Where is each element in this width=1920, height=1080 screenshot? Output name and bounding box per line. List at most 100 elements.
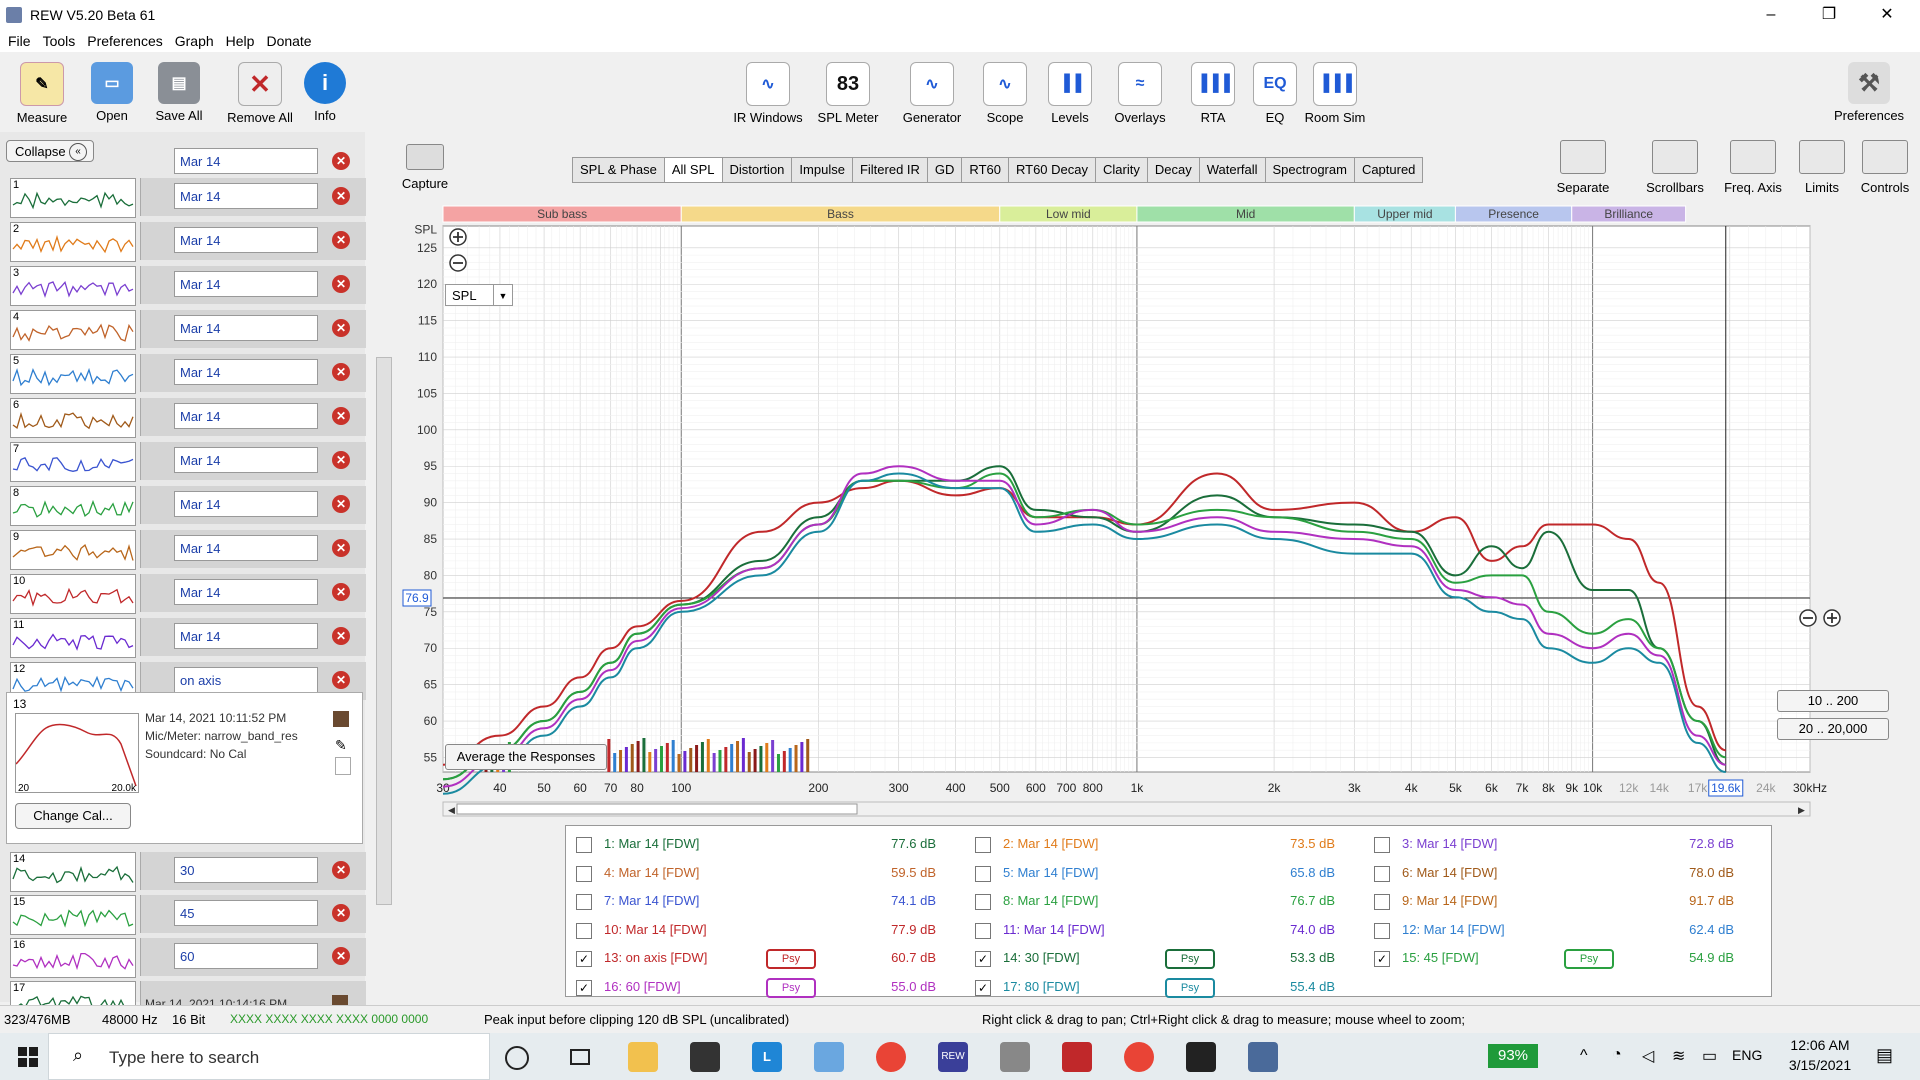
delete-measurement-icon[interactable]: ✕	[332, 583, 350, 601]
measurement-name-field[interactable]: Mar 14	[174, 403, 318, 429]
measurement-name-field[interactable]: Mar 14	[174, 359, 318, 385]
app-window-icon[interactable]	[814, 1042, 844, 1072]
info-button[interactable]: i Info	[285, 62, 365, 123]
curve-type-dropdown[interactable]: SPL ▼	[445, 284, 513, 306]
volume-icon[interactable]: ◁	[1642, 1046, 1654, 1066]
legend-checkbox[interactable]	[975, 837, 991, 853]
measurement-thumbnail[interactable]: 15	[10, 895, 136, 935]
graph-tab[interactable]: Clarity	[1095, 157, 1148, 183]
legend-checkbox[interactable]	[1374, 922, 1390, 939]
pencil-icon[interactable]: ✎	[335, 737, 347, 754]
file-explorer-icon[interactable]	[628, 1042, 658, 1072]
delete-measurement-icon[interactable]: ✕	[332, 319, 350, 337]
measurement-name-field[interactable]: Mar 14	[174, 315, 318, 341]
graph-tab[interactable]: RT60 Decay	[1007, 157, 1096, 183]
scrollbars-control[interactable]: Scrollbars	[1635, 140, 1715, 195]
levels-button[interactable]: ▐▐ Levels	[1030, 62, 1110, 125]
legend-entry[interactable]: 5: Mar 14 [FDW] 65.8 dB	[975, 863, 1355, 883]
delete-measurement-icon[interactable]: ✕	[332, 407, 350, 425]
measurement-name-field[interactable]: 45	[174, 900, 318, 926]
legend-checkbox[interactable]	[576, 922, 592, 939]
legend-entry[interactable]: 1: Mar 14 [FDW] 77.6 dB	[576, 834, 956, 854]
clock-time[interactable]: 12:06 AM	[1785, 1037, 1855, 1053]
ir-windows-button[interactable]: ∿ IR Windows	[728, 62, 808, 125]
graph-tab[interactable]: Waterfall	[1198, 157, 1266, 183]
psy-smoothing-button[interactable]: Psy	[766, 978, 816, 998]
measurement-row[interactable]: 7 Mar 14 ✕	[0, 440, 366, 482]
legend-entry[interactable]: ✓ 17: 80 [FDW] Psy 55.4 dB	[975, 977, 1355, 998]
legend-checkbox[interactable]: ✓	[576, 951, 592, 968]
menu-preferences[interactable]: Preferences	[79, 30, 166, 49]
delete-measurement-icon[interactable]: ✕	[332, 495, 350, 513]
measurement-name-field[interactable]: Mar 14	[174, 148, 318, 174]
legend-entry[interactable]: ✓ 13: on axis [FDW] Psy 60.7 dB	[576, 948, 956, 970]
delete-measurement-icon[interactable]: ✕	[332, 904, 350, 922]
legend-entry[interactable]: 11: Mar 14 [FDW] 74.0 dB	[975, 920, 1355, 940]
graph-tab[interactable]: Filtered IR	[851, 157, 928, 183]
measurement-row[interactable]: 14 30 ✕	[0, 850, 366, 892]
legend-checkbox[interactable]: ✓	[576, 980, 592, 996]
legend-checkbox[interactable]	[975, 894, 991, 911]
menu-tools[interactable]: Tools	[35, 30, 80, 49]
measurement-thumbnail[interactable]: 8	[10, 486, 136, 526]
calculator-icon[interactable]	[1248, 1042, 1278, 1072]
preferences-button[interactable]: ⚒ Preferences	[1826, 62, 1912, 123]
legend-entry[interactable]: ✓ 16: 60 [FDW] Psy 55.0 dB	[576, 977, 956, 998]
measurement-thumbnail[interactable]: 3	[10, 266, 136, 306]
legend-entry[interactable]: 6: Mar 14 [FDW] 78.0 dB	[1374, 863, 1754, 883]
measurement-row[interactable]: 2 Mar 14 ✕	[0, 220, 366, 262]
zoom-in-x-icon[interactable]	[1823, 609, 1841, 627]
save-all-button[interactable]: ▤ Save All	[139, 62, 219, 123]
measurement-row[interactable]: 15 45 ✕	[0, 893, 366, 935]
menu-graph[interactable]: Graph	[167, 30, 218, 49]
document-icon[interactable]	[335, 757, 351, 775]
measurement-name-field[interactable]: Mar 14	[174, 535, 318, 561]
graph-svg[interactable]: Sub bass Bass Low mid Mid Upper mid Presence B…	[374, 200, 1895, 820]
legend-checkbox[interactable]: ✓	[975, 980, 991, 996]
minimize-button[interactable]: –	[1748, 0, 1794, 30]
measurement-name-field[interactable]: Mar 14	[174, 447, 318, 473]
measurement-name-field[interactable]: Mar 14	[174, 271, 318, 297]
graph-tab[interactable]: GD	[926, 157, 963, 183]
graph-tab[interactable]: Captured	[1353, 157, 1424, 183]
graph-tab[interactable]: Impulse	[791, 157, 853, 183]
graph-tab[interactable]: All SPL	[663, 157, 723, 183]
capture-button[interactable]: Capture	[390, 140, 460, 191]
measurement-row[interactable]: 16 60 ✕	[0, 936, 366, 978]
psy-smoothing-button[interactable]: Psy	[1165, 978, 1215, 998]
graph-tab[interactable]: RT60	[961, 157, 1009, 183]
legend-entry[interactable]: ✓ 15: 45 [FDW] Psy 54.9 dB	[1374, 948, 1754, 970]
chrome-icon[interactable]	[876, 1042, 906, 1072]
maximize-button[interactable]: ❐	[1806, 0, 1852, 30]
legend-checkbox[interactable]	[975, 865, 991, 882]
zoom-out-x-icon[interactable]	[1799, 609, 1817, 627]
freq-axis-control[interactable]: Freq. Axis	[1713, 140, 1793, 195]
battery-indicator[interactable]: 93%	[1488, 1044, 1538, 1068]
measurement-thumbnail[interactable]: 6	[10, 398, 136, 438]
measurement-row[interactable]: 8 Mar 14 ✕	[0, 484, 366, 526]
menu-donate[interactable]: Donate	[258, 30, 315, 49]
delete-measurement-icon[interactable]: ✕	[332, 671, 350, 689]
average-responses-button[interactable]: Average the Responses	[445, 744, 607, 770]
legend-checkbox[interactable]: ✓	[1374, 951, 1390, 968]
measurement-thumbnail[interactable]: 5	[10, 354, 136, 394]
measurement-name-field[interactable]: Mar 14	[174, 183, 318, 209]
delete-measurement-icon[interactable]: ✕	[332, 539, 350, 557]
app-l-icon[interactable]: L	[752, 1042, 782, 1072]
legend-checkbox[interactable]	[1374, 865, 1390, 882]
delete-measurement-icon[interactable]: ✕	[332, 627, 350, 645]
battery-icon[interactable]: ▭	[1702, 1046, 1717, 1066]
cortana-icon[interactable]	[505, 1046, 529, 1070]
terminal-icon[interactable]	[1186, 1042, 1216, 1072]
delete-measurement-icon[interactable]: ✕	[332, 947, 350, 965]
legend-entry[interactable]: 2: Mar 14 [FDW] 73.5 dB	[975, 834, 1355, 854]
delete-measurement-icon[interactable]: ✕	[332, 187, 350, 205]
winrar-icon[interactable]	[1062, 1042, 1092, 1072]
measurement-row[interactable]: 9 Mar 14 ✕	[0, 528, 366, 570]
separate-control[interactable]: Separate	[1543, 140, 1623, 195]
measurement-row[interactable]: 4 Mar 14 ✕	[0, 308, 366, 350]
measurement-name-field[interactable]: 60	[174, 943, 318, 969]
measurement-name-field[interactable]: Mar 14	[174, 491, 318, 517]
edit-notes-icon[interactable]	[333, 711, 349, 727]
measurement-thumbnail[interactable]: 7	[10, 442, 136, 482]
